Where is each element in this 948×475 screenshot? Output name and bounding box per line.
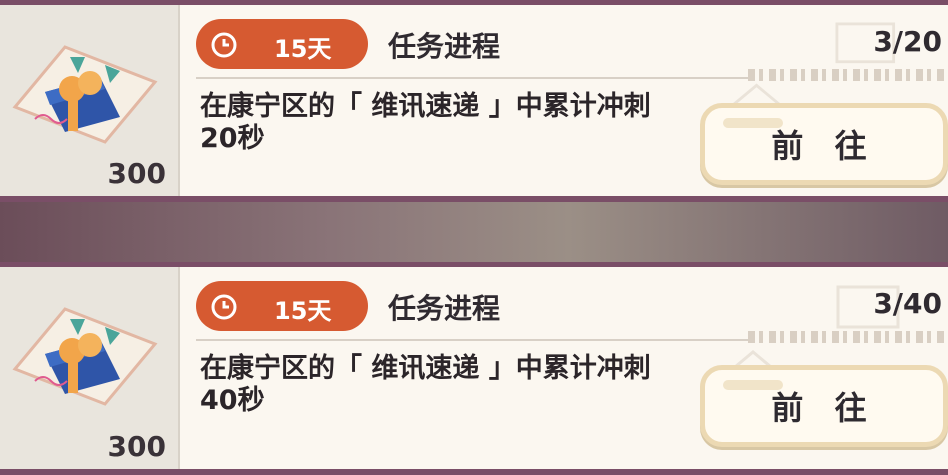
timer-label: 15天	[274, 297, 332, 325]
reward-count: 300	[107, 430, 166, 463]
go-button-label: 前 往	[771, 389, 877, 427]
timer-badge: 15天	[196, 19, 368, 69]
go-button[interactable]: 前 往	[700, 365, 948, 447]
task-card: 300 15天 任务进程 3/40 在康宁区的「 维讯速递 」中累计冲刺40秒 …	[0, 262, 948, 475]
progress-count: 3/40	[873, 287, 942, 320]
timer-label: 15天	[274, 35, 332, 63]
task-description: 在康宁区的「 维讯速递 」中累计冲刺20秒	[200, 91, 651, 154]
progress-count: 3/20	[873, 25, 942, 58]
divider	[196, 77, 748, 79]
timer-badge: 15天	[196, 281, 368, 331]
divider	[196, 339, 748, 341]
clock-icon	[211, 32, 237, 58]
card-separator	[0, 202, 948, 264]
task-title: 任务进程	[388, 30, 501, 63]
gift-box-icon	[12, 45, 158, 144]
reward-slot[interactable]: 300	[0, 267, 180, 469]
task-title: 任务进程	[388, 292, 501, 325]
gift-box-icon	[12, 307, 158, 406]
task-description: 在康宁区的「 维讯速递 」中累计冲刺40秒	[200, 353, 651, 416]
divider-ticks	[748, 331, 948, 343]
task-card: 300 15天 任务进程 3/20 在康宁区的「 维讯速递 」中累计冲刺20秒 …	[0, 0, 948, 202]
clock-icon	[211, 294, 237, 320]
divider-ticks	[748, 69, 948, 81]
reward-slot[interactable]: 300	[0, 5, 180, 196]
button-highlight	[723, 380, 783, 390]
button-highlight	[723, 118, 783, 128]
go-button[interactable]: 前 往	[700, 103, 948, 185]
go-button-label: 前 往	[771, 127, 877, 165]
reward-count: 300	[107, 157, 166, 190]
